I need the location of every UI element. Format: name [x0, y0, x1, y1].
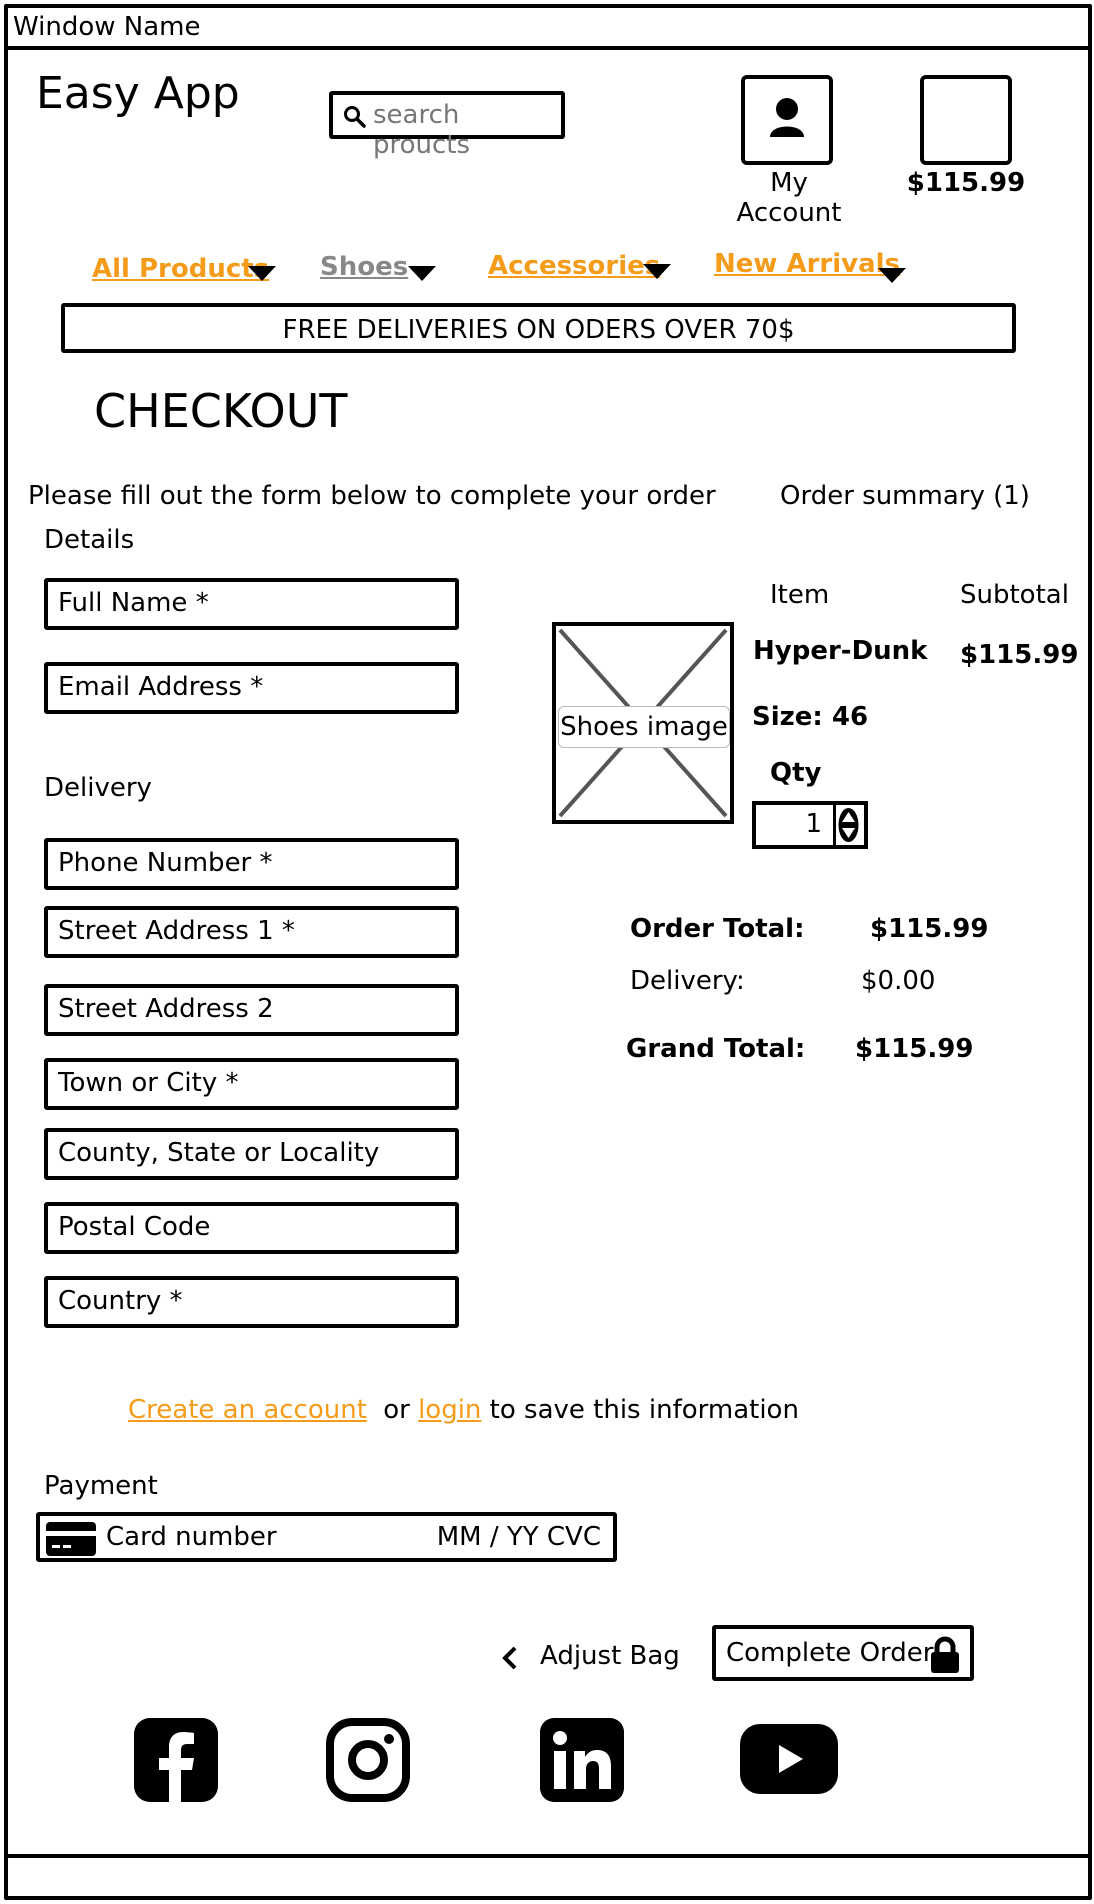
account-label[interactable]: My Account	[719, 168, 859, 228]
chevron-down-icon[interactable]	[248, 266, 276, 281]
youtube-icon[interactable]	[740, 1724, 838, 1798]
phone-placeholder: Phone Number *	[58, 848, 273, 878]
chevron-down-icon[interactable]	[643, 264, 671, 279]
search-icon	[344, 106, 366, 128]
form-intro: Please fill out the form below to comple…	[28, 481, 716, 511]
details-heading: Details	[44, 525, 135, 555]
delivery-heading: Delivery	[44, 773, 152, 803]
search-input[interactable]: search proucts	[329, 91, 565, 160]
save-info-or: or	[383, 1395, 410, 1425]
app-logo[interactable]: Easy App	[36, 68, 240, 119]
cart-button[interactable]	[920, 75, 1012, 165]
nav-shoes[interactable]: Shoes	[320, 252, 408, 282]
county-placeholder: County, State or Locality	[58, 1138, 380, 1168]
quantity-stepper[interactable]: 1	[752, 801, 868, 849]
street-address-2-placeholder: Street Address 2	[58, 994, 274, 1024]
order-total-value: $115.99	[870, 914, 989, 944]
title-bar: Window Name	[4, 4, 1092, 50]
county-field[interactable]: County, State or Locality	[44, 1128, 459, 1180]
street-address-1-field[interactable]: Street Address 1 *	[44, 906, 459, 958]
grand-total-label: Grand Total:	[626, 1034, 806, 1064]
card-number-placeholder: Card number	[106, 1522, 277, 1552]
adjust-bag-label: Adjust Bag	[540, 1641, 680, 1671]
country-field[interactable]: Country *	[44, 1276, 459, 1328]
product-subtotal: $115.99	[960, 640, 1079, 670]
qty-spinner[interactable]	[833, 805, 864, 845]
postal-code-placeholder: Postal Code	[58, 1212, 211, 1242]
street-address-1-placeholder: Street Address 1 *	[58, 916, 295, 946]
banner-text: FREE DELIVERIES ON ODERS OVER 70$	[282, 315, 795, 345]
town-field[interactable]: Town or City *	[44, 1058, 459, 1110]
order-summary-title: Order summary (1)	[780, 481, 1030, 511]
chevron-down-icon[interactable]	[408, 266, 436, 281]
delivery-label: Delivery:	[630, 966, 745, 996]
save-info-line: Create an account or login to save this …	[128, 1395, 799, 1425]
town-placeholder: Town or City *	[58, 1068, 239, 1098]
nav-accessories[interactable]: Accessories	[488, 251, 660, 281]
qty-value: 1	[805, 809, 822, 839]
promo-banner: FREE DELIVERIES ON ODERS OVER 70$	[61, 303, 1016, 353]
instagram-icon[interactable]	[326, 1718, 410, 1806]
grand-total-value: $115.99	[855, 1034, 974, 1064]
account-button[interactable]	[741, 75, 833, 165]
phone-field[interactable]: Phone Number *	[44, 838, 459, 890]
product-image-label: Shoes image	[558, 706, 730, 748]
nav-new-arrivals[interactable]: New Arrivals	[714, 249, 900, 279]
create-account-link[interactable]: Create an account	[128, 1395, 367, 1425]
login-link[interactable]: login	[418, 1395, 481, 1425]
status-bar-divider	[4, 1854, 1092, 1858]
complete-order-button[interactable]: Complete Order	[712, 1625, 974, 1681]
card-input[interactable]: Card number MM / YY CVC	[36, 1512, 617, 1562]
email-placeholder: Email Address *	[58, 672, 264, 702]
save-info-suffix: to save this information	[489, 1395, 799, 1425]
delivery-value: $0.00	[861, 966, 936, 996]
user-icon	[770, 98, 804, 137]
facebook-icon[interactable]	[134, 1718, 218, 1806]
window-title: Window Name	[13, 12, 201, 42]
product-image-placeholder: Shoes image	[552, 622, 734, 824]
email-field[interactable]: Email Address *	[44, 662, 459, 714]
chevron-down-icon[interactable]	[878, 268, 906, 283]
linkedin-icon[interactable]	[540, 1718, 624, 1806]
lock-icon	[931, 1636, 959, 1673]
page-title: CHECKOUT	[94, 384, 348, 438]
country-placeholder: Country *	[58, 1286, 183, 1316]
order-total-label: Order Total:	[630, 914, 805, 944]
credit-card-icon	[46, 1522, 96, 1556]
qty-label: Qty	[770, 758, 822, 788]
chevron-left-icon	[502, 1646, 517, 1670]
expiry-cvc-placeholder: MM / YY CVC	[436, 1522, 601, 1552]
product-name[interactable]: Hyper-Dunk	[753, 636, 927, 666]
payment-heading: Payment	[44, 1471, 158, 1501]
complete-order-label: Complete Order	[726, 1638, 934, 1668]
nav-all-products[interactable]: All Products	[92, 254, 269, 284]
cart-total[interactable]: $115.99	[900, 168, 1032, 198]
postal-code-field[interactable]: Postal Code	[44, 1202, 459, 1254]
item-column-header: Item	[770, 580, 830, 610]
full-name-placeholder: Full Name *	[58, 588, 209, 618]
product-size: Size: 46	[752, 702, 869, 732]
full-name-field[interactable]: Full Name *	[44, 578, 459, 630]
stepper-arrows-icon[interactable]	[836, 805, 861, 845]
search-placeholder: search proucts	[373, 100, 471, 160]
street-address-2-field[interactable]: Street Address 2	[44, 984, 459, 1036]
subtotal-column-header: Subtotal	[960, 580, 1069, 610]
